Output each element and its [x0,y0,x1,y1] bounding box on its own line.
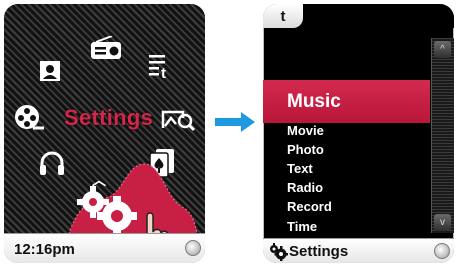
corner-button-right[interactable] [434,243,450,259]
right-device-screen: t Music Movie Photo Text Radio Record Ti… [263,4,454,263]
menu-item-photo[interactable]: Photo [287,142,324,157]
chevron-down-icon: v [440,217,445,228]
settings-menu-label: Settings [64,105,154,130]
text-icon[interactable]: t [146,51,176,81]
scroll-down-button[interactable]: v [434,214,451,231]
scroll-up-button[interactable]: ^ [434,41,451,58]
radio-icon[interactable] [89,34,123,62]
chevron-up-icon: ^ [440,44,445,55]
transition-arrow-icon [215,112,255,132]
footer-title: Settings [289,243,349,260]
menu-item-radio[interactable]: Radio [287,180,323,195]
menu-item-record[interactable]: Record [287,199,332,214]
gears-icon[interactable] [72,182,142,238]
back-icon: t [280,7,286,25]
menu-item-text[interactable]: Text [287,161,313,176]
back-button[interactable]: t [263,4,303,28]
gears-small-icon [268,243,288,261]
movie-icon[interactable] [12,102,46,134]
scrollbar[interactable]: ^ v [431,38,454,233]
menu-item-movie[interactable]: Movie [287,123,324,138]
menu-item-time[interactable]: Time [287,219,317,234]
svg-text:t: t [161,65,166,80]
clock-time: 12:16pm [14,241,75,258]
corner-button[interactable] [185,240,201,256]
top-bar [303,4,454,28]
photo-icon[interactable] [37,58,63,84]
menu-list: Music Movie Photo Text Radio Record Time [263,28,430,238]
headphones-icon[interactable] [37,148,67,178]
menu-item-music[interactable]: Music [263,80,430,123]
footer-bar: Settings [263,238,454,263]
image-search-icon[interactable] [160,105,196,133]
status-bar: 12:16pm [4,233,205,263]
left-device-screen: t Settings ︿ 12:16pm [4,4,205,263]
